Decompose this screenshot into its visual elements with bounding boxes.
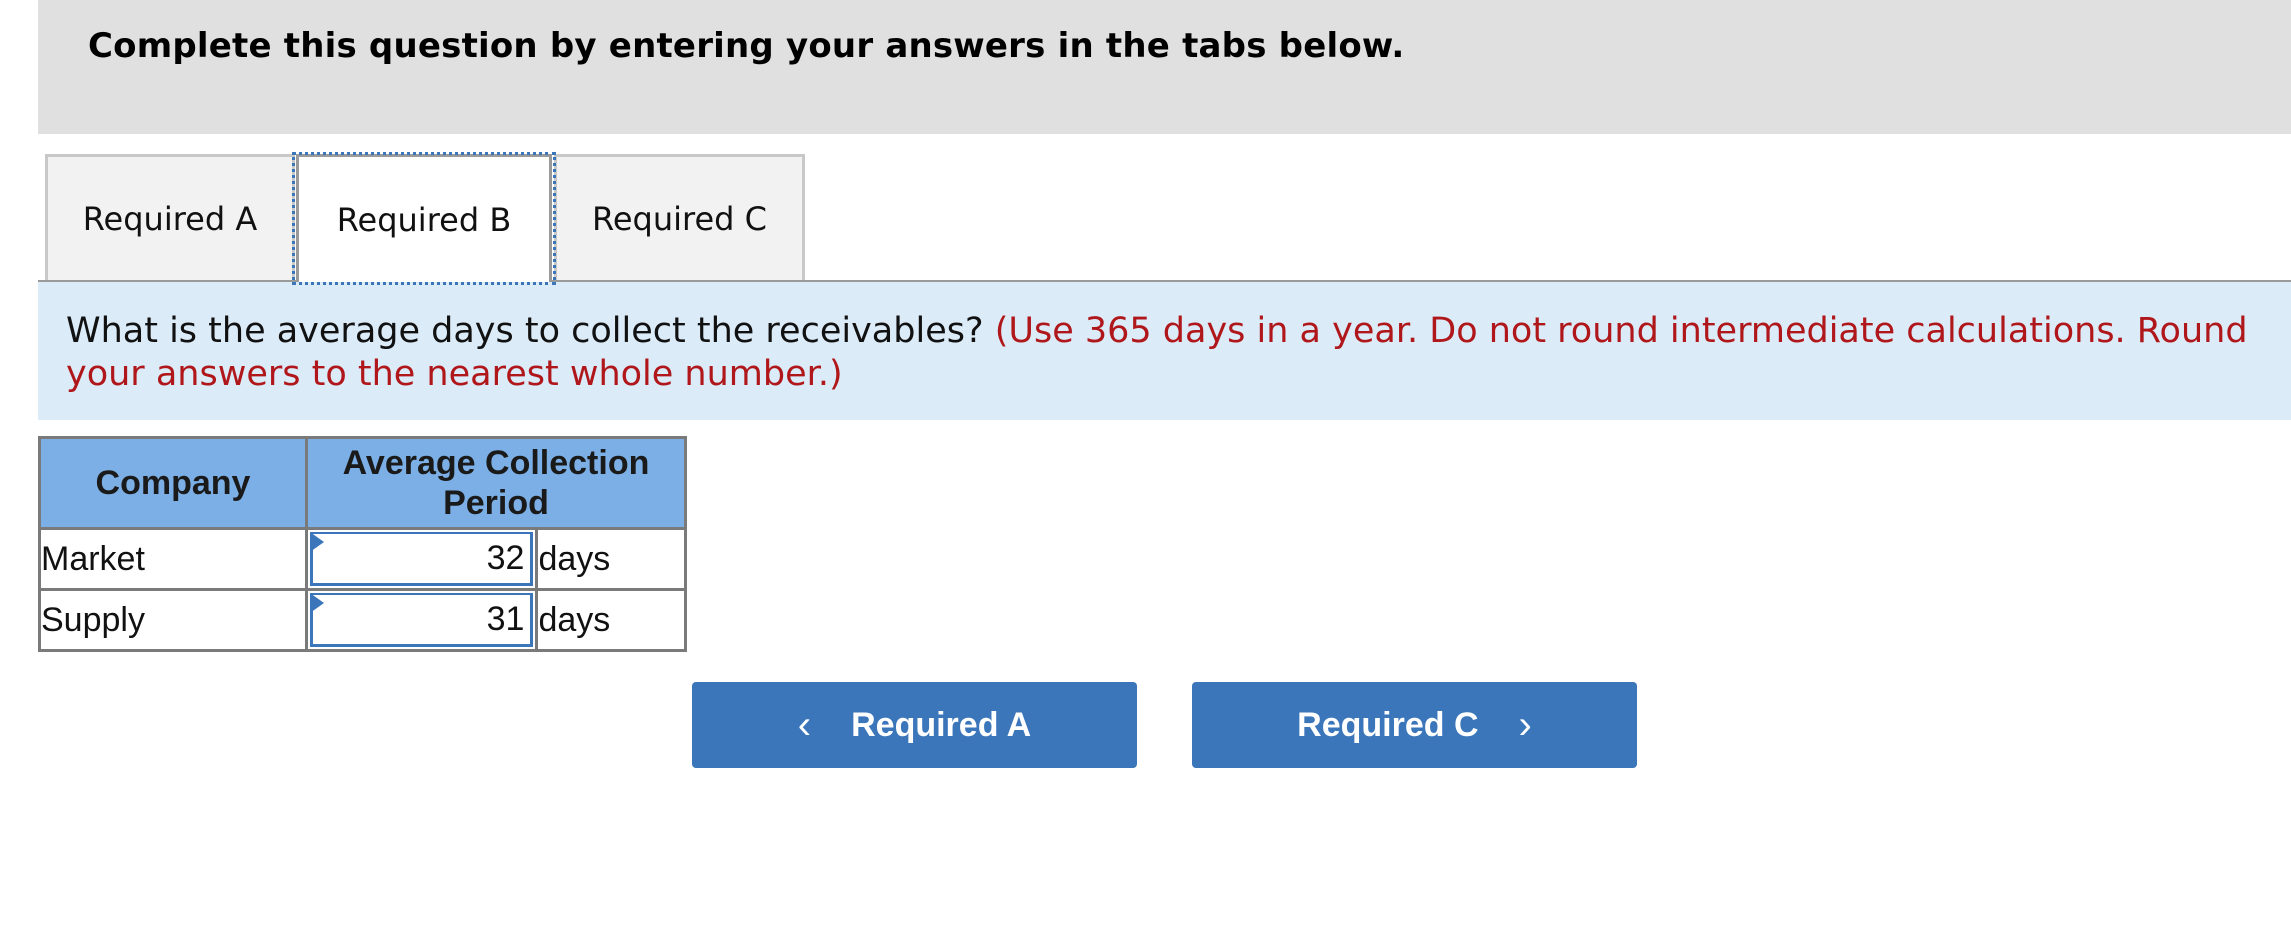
flag-icon bbox=[310, 593, 324, 613]
input-cell bbox=[304, 588, 539, 652]
tab-bar: Required A Required B Required C bbox=[38, 152, 2291, 285]
tab-required-a[interactable]: Required A bbox=[45, 154, 295, 280]
next-required-c-button[interactable]: Required C › bbox=[1192, 682, 1637, 768]
table-header-row: Company Average Collection Period bbox=[38, 436, 687, 530]
unit-label: days bbox=[535, 588, 687, 652]
instructions-header: Complete this question by entering your … bbox=[38, 0, 2291, 134]
collection-period-input-market[interactable] bbox=[310, 532, 534, 586]
question-text: What is the average days to collect the … bbox=[66, 311, 984, 351]
table-row: Market days bbox=[38, 527, 687, 591]
header-average-collection-period: Average Collection Period bbox=[305, 436, 687, 530]
company-name: Market bbox=[38, 527, 308, 591]
header-company: Company bbox=[38, 436, 308, 530]
collection-period-input-supply[interactable] bbox=[310, 593, 534, 647]
tab-required-c[interactable]: Required C bbox=[554, 154, 805, 280]
table-row: Supply days bbox=[38, 588, 687, 652]
answer-table: Company Average Collection Period Market… bbox=[38, 436, 687, 652]
prev-required-a-button[interactable]: ‹ Required A bbox=[692, 682, 1137, 768]
unit-label: days bbox=[535, 527, 687, 591]
tab-required-b[interactable]: Required B bbox=[292, 152, 556, 285]
prev-button-label: Required A bbox=[851, 705, 1032, 744]
question-instructions: What is the average days to collect the … bbox=[38, 282, 2291, 420]
next-button-label: Required C bbox=[1297, 705, 1479, 744]
input-cell bbox=[304, 527, 539, 591]
chevron-right-icon: › bbox=[1518, 703, 1532, 747]
company-name: Supply bbox=[38, 588, 308, 652]
flag-icon bbox=[310, 532, 324, 552]
header-title: Complete this question by entering your … bbox=[88, 26, 1405, 66]
chevron-left-icon: ‹ bbox=[797, 703, 812, 747]
